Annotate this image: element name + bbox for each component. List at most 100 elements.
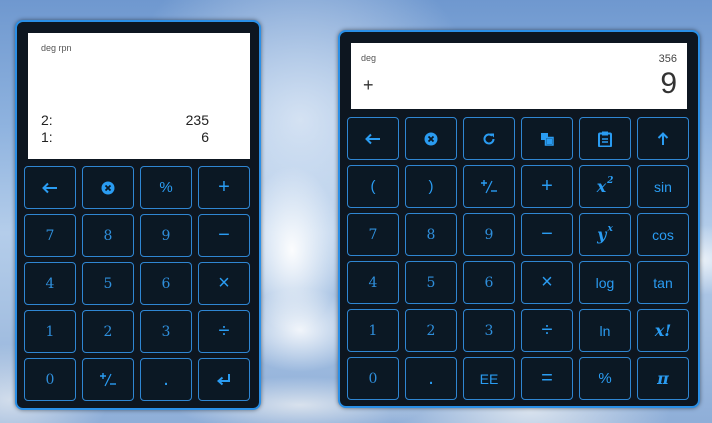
key-label: + <box>218 176 230 198</box>
key-label: − <box>218 224 230 246</box>
plus-minus-icon <box>99 372 117 388</box>
plus-minus-icon <box>480 179 498 195</box>
key-label: ÷ <box>218 320 230 342</box>
key-label: − <box>541 223 553 245</box>
rpn-calculator-window: deg rpn 2: 235 1: 6 % +7 8 9 − 4 5 6 × 1 2 3 ÷ 0. <box>15 20 261 410</box>
open-paren-key[interactable]: ( <box>347 165 399 208</box>
equals-key[interactable]: = <box>521 357 573 400</box>
digit-0-key[interactable]: 0 <box>347 357 399 400</box>
stack-value: 6 <box>201 129 209 145</box>
digit-0-key[interactable]: 0 <box>24 358 76 401</box>
rpn-display: deg rpn 2: 235 1: 6 <box>28 33 250 159</box>
key-label: 4 <box>45 275 55 292</box>
tan-key[interactable]: tan <box>637 261 689 304</box>
key-superscript: x <box>607 223 613 234</box>
digit-4-key[interactable]: 4 <box>347 261 399 304</box>
log-key[interactable]: log <box>579 261 631 304</box>
key-label: 9 <box>484 226 494 243</box>
clear-key[interactable] <box>82 166 134 209</box>
percent-key[interactable]: % <box>579 357 631 400</box>
key-label: . <box>428 367 434 389</box>
negate-key[interactable] <box>82 358 134 401</box>
arrow-left-icon <box>365 133 381 145</box>
pi-key[interactable]: π <box>637 357 689 400</box>
copy-icon <box>540 132 554 146</box>
clear-key[interactable] <box>405 117 457 160</box>
refresh-key[interactable] <box>463 117 515 160</box>
exponent-key[interactable]: EE <box>463 357 515 400</box>
key-label: 6 <box>161 275 171 292</box>
close-paren-key[interactable]: ) <box>405 165 457 208</box>
plus-key[interactable]: + <box>521 165 573 208</box>
digit-6-key[interactable]: 6 <box>140 262 192 305</box>
digit-8-key[interactable]: 8 <box>82 214 134 257</box>
key-label: cos <box>652 226 674 243</box>
key-label: y <box>597 225 607 244</box>
key-label: 9 <box>161 227 171 244</box>
refresh-icon <box>482 132 496 146</box>
decimal-key[interactable]: . <box>405 357 457 400</box>
minus-key[interactable]: − <box>521 213 573 256</box>
divide-key[interactable]: ÷ <box>198 310 250 353</box>
backspace-key[interactable] <box>347 117 399 160</box>
key-label: 4 <box>368 274 378 291</box>
key-label: 5 <box>426 274 436 291</box>
digit-7-key[interactable]: 7 <box>347 213 399 256</box>
digit-2-key[interactable]: 2 <box>405 309 457 352</box>
key-label: 3 <box>161 323 171 340</box>
enter-key[interactable] <box>198 358 250 401</box>
scientific-display: deg 356 + 9 <box>351 43 687 109</box>
decimal-key[interactable]: . <box>140 358 192 401</box>
arrow-left-icon <box>42 182 58 194</box>
digit-3-key[interactable]: 3 <box>463 309 515 352</box>
key-label: 3 <box>484 322 494 339</box>
square-key[interactable]: x2 <box>579 165 631 208</box>
key-label: tan <box>653 274 673 291</box>
cos-key[interactable]: cos <box>637 213 689 256</box>
stack-value: 235 <box>185 112 209 128</box>
multiply-key[interactable]: × <box>198 262 250 305</box>
key-label: ÷ <box>541 319 553 341</box>
divide-key[interactable]: ÷ <box>521 309 573 352</box>
multiply-key[interactable]: × <box>521 261 573 304</box>
backspace-key[interactable] <box>24 166 76 209</box>
pending-operator: + <box>363 75 374 95</box>
digit-5-key[interactable]: 5 <box>82 262 134 305</box>
scientific-calculator-window: deg 356 + 9 () + x 2 sin 7 8 9− y x cos 4 5 6 × log tan 1… <box>338 30 700 408</box>
key-label: π <box>657 369 669 388</box>
ln-key[interactable]: ln <box>579 309 631 352</box>
key-label: 0 <box>368 370 378 387</box>
digit-6-key[interactable]: 6 <box>463 261 515 304</box>
sin-key[interactable]: sin <box>637 165 689 208</box>
digit-1-key[interactable]: 1 <box>24 310 76 353</box>
digit-9-key[interactable]: 9 <box>140 214 192 257</box>
key-label: 1 <box>45 323 55 340</box>
enter-icon <box>216 373 232 387</box>
digit-5-key[interactable]: 5 <box>405 261 457 304</box>
digit-2-key[interactable]: 2 <box>82 310 134 353</box>
digit-7-key[interactable]: 7 <box>24 214 76 257</box>
key-label: % <box>159 179 173 196</box>
digit-9-key[interactable]: 9 <box>463 213 515 256</box>
shift-key[interactable] <box>637 117 689 160</box>
digit-1-key[interactable]: 1 <box>347 309 399 352</box>
copy-key[interactable] <box>521 117 573 160</box>
negate-key[interactable] <box>463 165 515 208</box>
power-key[interactable]: yx <box>579 213 631 256</box>
key-label: × <box>218 272 230 294</box>
current-value: 9 <box>660 67 677 100</box>
key-label: 2 <box>426 322 436 339</box>
clear-x-icon <box>101 181 115 195</box>
minus-key[interactable]: − <box>198 214 250 257</box>
key-label: × <box>541 271 553 293</box>
factorial-key[interactable]: x! <box>637 309 689 352</box>
percent-key[interactable]: % <box>140 166 192 209</box>
arrow-up-icon <box>657 131 669 146</box>
plus-key[interactable]: + <box>198 166 250 209</box>
digit-3-key[interactable]: 3 <box>140 310 192 353</box>
key-label: . <box>163 368 169 390</box>
paste-key[interactable] <box>579 117 631 160</box>
digit-4-key[interactable]: 4 <box>24 262 76 305</box>
digit-8-key[interactable]: 8 <box>405 213 457 256</box>
key-label: sin <box>654 178 672 195</box>
